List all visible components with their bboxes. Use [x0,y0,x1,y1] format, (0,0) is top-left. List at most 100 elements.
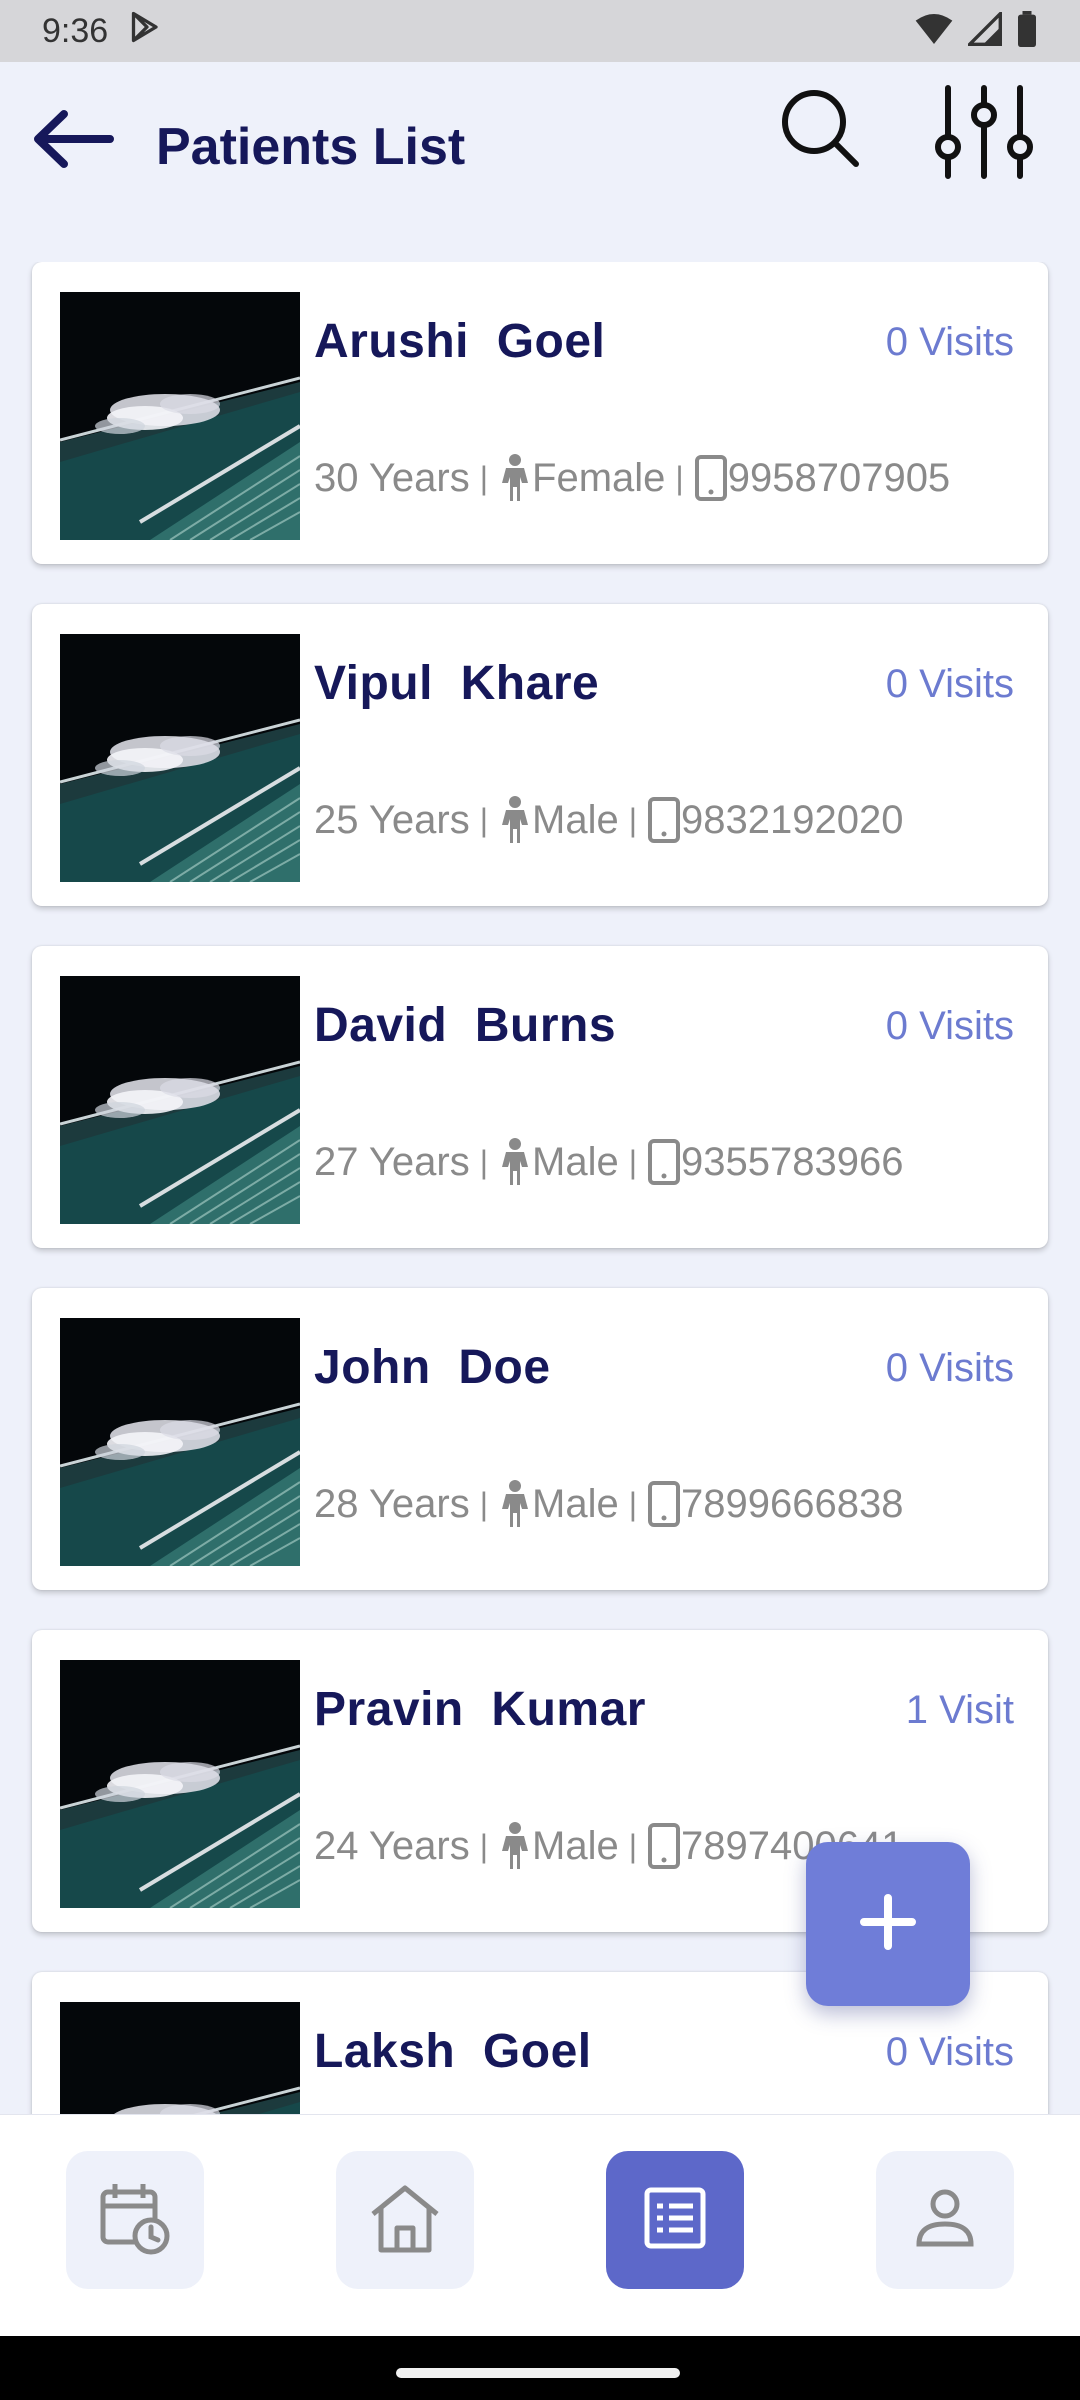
patient-gender: Male [532,1823,619,1868]
home-icon [367,2180,443,2261]
visits-count: 0 Visits [885,320,1014,364]
patient-first-name: Pravin [314,1683,464,1736]
patient-meta: 28 Years | Male | 7899666838 [314,1476,1016,1532]
phone-wrap: 9355783966 [647,1138,904,1186]
phone-icon [694,454,728,502]
visits-count: 0 Visits [885,1004,1014,1048]
play-store-icon [126,9,162,54]
patient-gender: Male [532,797,619,842]
person-icon [498,1479,532,1529]
calendar-clock-icon [97,2180,173,2261]
visits-count: 0 Visits [885,2030,1014,2074]
patient-last-name: Burns [474,999,617,1052]
divider: | [479,1485,489,1522]
patient-first-name: John [314,1341,431,1394]
patient-age: 25 Years [314,797,470,842]
patient-first-name: Vipul [314,657,433,710]
patient-name: Pravin Kumar [314,1682,646,1737]
gender-wrap: Male [498,1821,619,1871]
signal-icon [965,9,1002,51]
battery-icon [1016,10,1038,52]
visits-count: 0 Visits [885,1346,1014,1390]
person-icon [498,1137,532,1187]
patient-photo [60,1660,300,1908]
divider: | [628,1485,638,1522]
wifi-icon [914,12,954,51]
phone-wrap: 9832192020 [647,796,904,844]
nav-patients[interactable] [606,2151,744,2289]
patient-name: Laksh Goel [314,2024,592,2079]
patient-photo [60,1318,300,1566]
status-time: 9:36 [42,11,109,50]
divider: | [479,459,489,496]
arrow-left-icon [30,110,120,178]
patient-gender: Male [532,1139,619,1184]
patient-age: 30 Years [314,455,470,500]
phone-icon [647,1822,681,1870]
patient-card[interactable]: Vipul Khare 0 Visits 25 Years | Male | 9… [32,604,1048,906]
patient-photo [60,2002,300,2114]
patient-name: Vipul Khare [314,656,599,711]
divider: | [479,1143,489,1180]
divider: | [479,801,489,838]
plus-icon [858,1892,918,1957]
patient-first-name: Laksh [314,2025,456,2078]
search-button[interactable] [776,84,864,172]
home-indicator[interactable] [396,2368,680,2378]
patient-phone: 9832192020 [681,797,904,842]
patient-meta: 30 Years | Female | 9958707905 [314,450,1016,506]
phone-icon [647,1138,681,1186]
bottom-nav [0,2114,1080,2337]
divider: | [628,1143,638,1180]
app-bar: Patients List [0,62,1080,212]
patient-name: Arushi Goel [314,314,605,369]
patient-meta: 27 Years | Male | 9355783966 [314,1134,1016,1190]
search-icon [776,90,864,176]
patient-last-name: Doe [458,1341,551,1394]
list-icon [641,2184,709,2257]
back-button[interactable] [30,104,120,174]
nav-profile[interactable] [876,2151,1014,2289]
person-icon [498,453,532,503]
visits-count: 1 Visit [905,1688,1014,1732]
patient-phone: 9355783966 [681,1139,904,1184]
status-left: 9:36 [42,9,162,54]
patient-age: 24 Years [314,1823,470,1868]
phone-wrap: 9958707905 [694,454,950,502]
patient-photo [60,634,300,882]
patient-phone: 7899666838 [681,1481,904,1526]
phone-icon [647,1480,681,1528]
patient-photo [60,292,300,540]
patient-card[interactable]: David Burns 0 Visits 27 Years | Male | 9… [32,946,1048,1248]
patient-card[interactable]: Arushi Goel 0 Visits 30 Years | Female |… [32,262,1048,564]
filter-button[interactable] [934,82,1034,182]
patient-first-name: David [314,999,448,1052]
patient-last-name: Kumar [491,1683,646,1736]
patient-age: 27 Years [314,1139,470,1184]
add-patient-button[interactable] [806,1842,970,2006]
status-right [914,9,1038,52]
person-icon [911,2184,979,2257]
patient-name: David Burns [314,998,616,1053]
status-bar: 9:36 [0,0,1080,62]
nav-appointments[interactable] [66,2151,204,2289]
divider: | [479,1827,489,1864]
gesture-bar [0,2336,1080,2400]
page-title: Patients List [156,118,466,176]
gender-wrap: Male [498,795,619,845]
gender-wrap: Female [498,453,665,503]
patient-phone: 9958707905 [727,455,951,500]
patient-last-name: Goel [496,315,606,368]
patient-last-name: Goel [482,2025,592,2078]
nav-home[interactable] [336,2151,474,2289]
visits-count: 0 Visits [885,662,1014,706]
patient-list: Arushi Goel 0 Visits 30 Years | Female |… [0,262,1080,2114]
patient-gender: Male [532,1481,619,1526]
patient-photo [60,976,300,1224]
patient-meta: 25 Years | Male | 9832192020 [314,792,1016,848]
gender-wrap: Male [498,1137,619,1187]
patient-card[interactable]: John Doe 0 Visits 28 Years | Male | 7899… [32,1288,1048,1590]
divider: | [675,459,684,496]
patient-gender: Female [532,455,666,500]
patient-first-name: Arushi [314,315,470,368]
